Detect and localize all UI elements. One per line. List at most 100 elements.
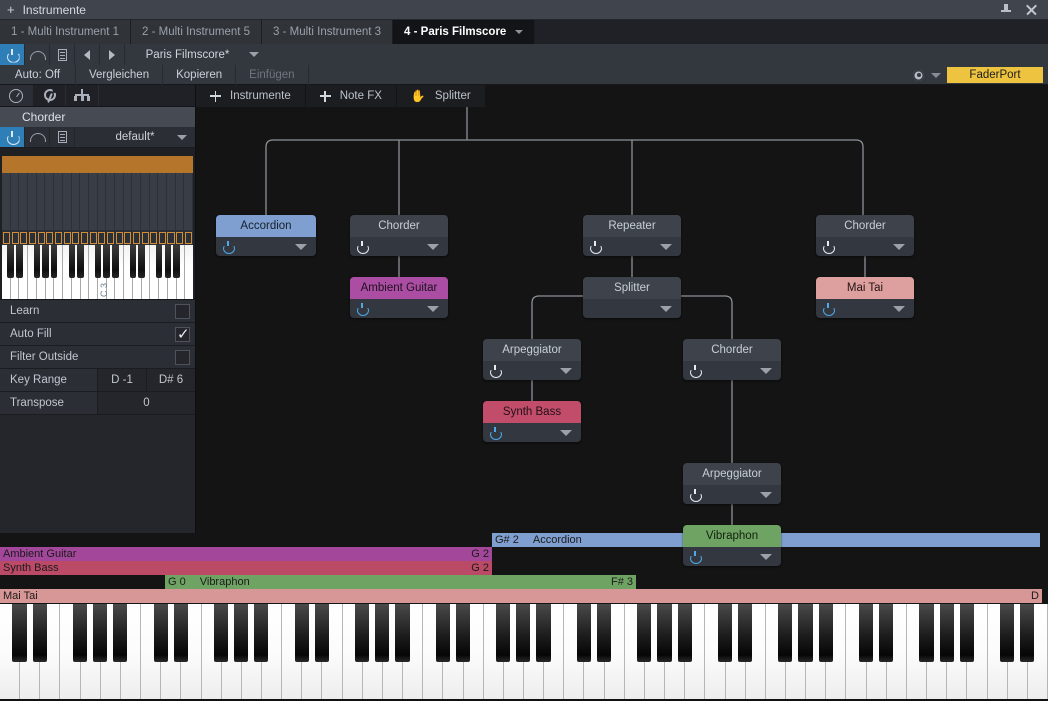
power-icon[interactable] [690,551,700,562]
chorder-grid-column[interactable] [158,173,168,230]
chorder-grid-column[interactable] [63,173,72,230]
chorder-editor[interactable]: C 3 [0,148,195,299]
mini-black-key[interactable] [42,245,49,278]
black-key[interactable] [798,604,813,662]
mini-black-key[interactable] [33,245,40,278]
key-zone-synth-bass[interactable]: Synth Bass G 2 [0,561,492,575]
graph-node-maitai[interactable]: Mai Tai [816,277,914,318]
black-key[interactable] [516,604,531,662]
mini-black-key[interactable] [51,245,58,278]
mini-black-key[interactable] [112,245,119,278]
module-tab-routing[interactable] [66,85,99,106]
chevron-down-icon[interactable] [427,305,439,312]
chorder-key-chip[interactable] [184,231,192,244]
gear-icon[interactable] [912,69,925,82]
black-key[interactable] [496,604,511,662]
graph-tab-instrumente[interactable]: Instrumente [196,85,306,107]
black-key[interactable] [536,604,551,662]
chorder-range-bar[interactable] [2,156,193,173]
graph-canvas[interactable]: Accordion Chorder Ambient Guitar Repeater Sp… [196,107,1048,566]
power-icon[interactable] [357,241,367,252]
chorder-grid-column[interactable] [54,173,63,230]
black-key[interactable] [858,604,874,662]
chorder-grid-column[interactable] [28,173,37,230]
chevron-down-icon[interactable] [660,243,672,250]
chorder-grid-column[interactable] [37,173,46,230]
param-range-low[interactable]: D -1 [97,369,146,391]
black-key[interactable] [717,604,732,662]
chorder-key-chip[interactable] [106,231,115,244]
black-key[interactable] [395,604,410,662]
graph-node-chorder2[interactable]: Chorder [683,339,781,380]
chevron-down-icon[interactable] [515,30,524,34]
key-zone-mai-tai[interactable]: Mai Tai D [0,589,1042,603]
chorder-key-chip[interactable] [98,231,106,244]
copy-button[interactable]: Kopieren [163,65,237,85]
black-key[interactable] [375,604,390,662]
chorder-key-chip[interactable] [158,231,166,244]
chorder-key-chip[interactable] [3,231,11,244]
previous-preset-button[interactable] [75,44,100,65]
mini-black-key[interactable] [7,245,14,278]
chevron-down-icon[interactable] [760,367,772,374]
black-key[interactable] [818,604,833,662]
chevron-down-icon[interactable] [295,243,307,250]
chorder-key-chip[interactable] [80,231,89,244]
instrument-tab-2[interactable]: 2 - Multi Instrument 5 [131,20,263,44]
graph-node-accordion[interactable]: Accordion [216,215,316,256]
chorder-key-chip[interactable] [11,231,19,244]
compare-button[interactable]: Vergleichen [76,65,164,85]
black-key[interactable] [1020,604,1035,662]
black-key[interactable] [113,604,128,662]
chorder-key-chip[interactable] [167,231,175,244]
black-key[interactable] [214,604,229,662]
chevron-down-icon[interactable] [660,305,672,312]
power-icon[interactable] [590,241,600,252]
instrument-power-button[interactable] [0,44,25,65]
mini-black-key[interactable] [68,245,75,278]
key-zone-vibraphon[interactable]: G 0 Vibraphon F# 3 [165,575,636,589]
chorder-grid-column[interactable] [167,173,176,230]
mini-black-key[interactable] [94,245,102,278]
graph-node-arp1[interactable]: Arpeggiator [483,339,581,380]
chorder-grid-column[interactable] [89,173,98,230]
module-preset-list-button[interactable] [50,127,75,147]
power-icon[interactable] [690,365,700,376]
black-key[interactable] [879,604,894,662]
chorder-key-chip[interactable] [72,231,80,244]
chorder-grid-column[interactable] [106,173,115,230]
chevron-down-icon[interactable] [560,367,572,374]
chevron-down-icon[interactable] [893,243,905,250]
graph-node-chorder3[interactable]: Chorder [816,215,914,256]
mini-black-key[interactable] [129,245,136,278]
black-key[interactable] [294,604,309,662]
chorder-grid-column[interactable] [2,173,11,230]
chevron-down-icon[interactable] [931,72,941,78]
graph-node-ambguitar[interactable]: Ambient Guitar [350,277,448,318]
chorder-key-chip[interactable] [28,231,37,244]
black-key[interactable] [637,604,652,662]
power-icon[interactable] [823,303,833,314]
black-key[interactable] [939,604,954,662]
power-icon[interactable] [357,303,367,314]
black-key[interactable] [254,604,269,662]
black-key[interactable] [738,604,753,662]
next-preset-button[interactable] [100,44,125,65]
master-keyboard[interactable] [0,604,1048,701]
chorder-grid[interactable] [2,173,194,230]
black-key[interactable] [435,604,450,662]
black-key[interactable] [677,604,692,662]
preset-name-field[interactable]: Paris Filmscore* [125,44,280,65]
mini-black-key[interactable] [138,245,145,278]
chorder-key-chip[interactable] [150,231,158,244]
power-icon[interactable] [490,365,500,376]
mini-white-key[interactable] [185,245,193,299]
black-key[interactable] [173,604,188,662]
chorder-grid-column[interactable] [45,173,55,230]
chorder-grid-column[interactable] [141,173,150,230]
instrument-tab-1[interactable]: 1 - Multi Instrument 1 [0,20,132,44]
power-icon[interactable] [690,489,700,500]
chorder-mini-keyboard[interactable]: C 3 [2,245,193,299]
param-checkbox[interactable] [175,325,190,343]
black-key[interactable] [355,604,370,662]
